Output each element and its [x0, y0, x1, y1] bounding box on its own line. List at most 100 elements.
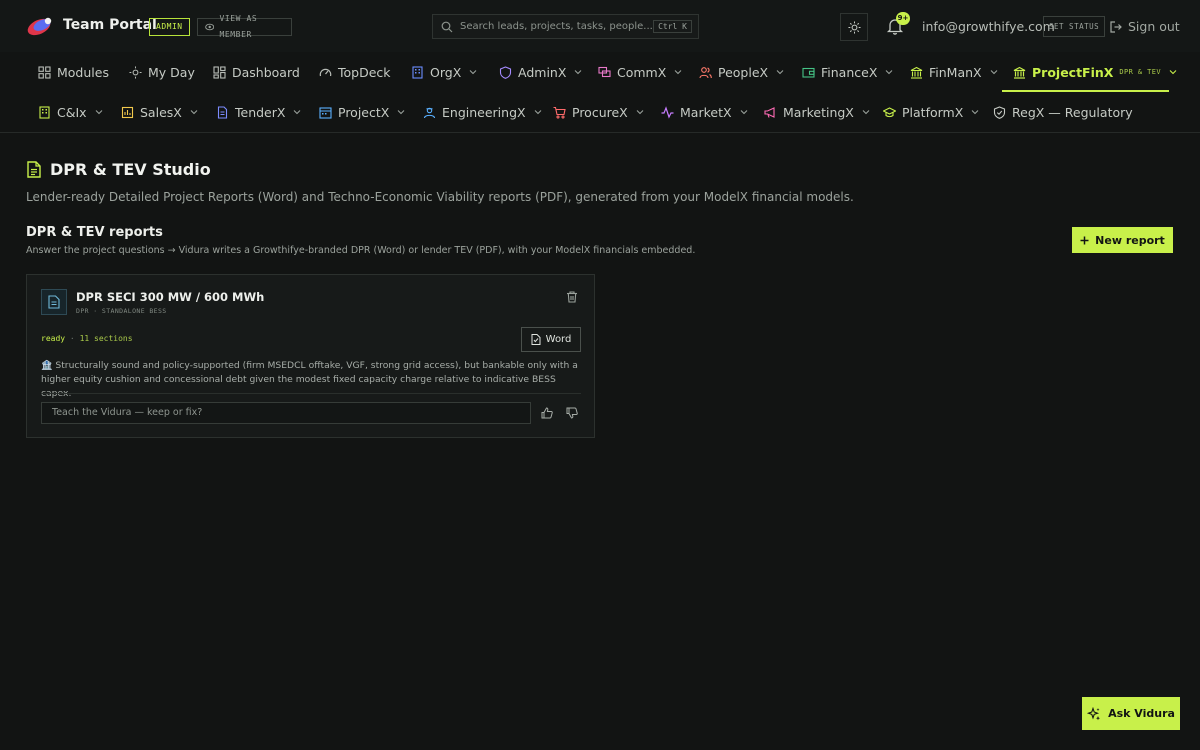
- chevron-down-icon: [886, 70, 893, 75]
- megaphone-icon: [764, 106, 775, 118]
- plus-icon: [1080, 236, 1089, 244]
- page-title-text: DPR & TEV Studio: [50, 160, 211, 179]
- word-label: Word: [545, 334, 572, 345]
- set-status-button[interactable]: SET STATUS: [1043, 16, 1106, 37]
- theme-toggle-button[interactable]: [840, 13, 868, 41]
- feedback-input[interactable]: Teach the Vidura — keep or fix?: [41, 402, 531, 424]
- thumbs-up-icon[interactable]: [541, 407, 553, 419]
- nav-divider: [0, 132, 1200, 133]
- chevron-down-icon: [674, 70, 682, 75]
- grid-icon: [38, 65, 51, 79]
- nav-label: RegX — Regulatory: [1012, 104, 1133, 120]
- nav-sublabel: DPR & TEV: [1119, 68, 1161, 76]
- sun-icon: [129, 65, 142, 79]
- page-subtitle: Lender-ready Detailed Project Reports (W…: [26, 190, 854, 204]
- sales-icon: [121, 106, 134, 118]
- nav-item-finmanx[interactable]: FinManX: [910, 52, 998, 92]
- report-status: ready: [41, 334, 66, 343]
- ask-vidura-button[interactable]: Ask Vidura: [1082, 697, 1180, 730]
- status-separator: ·: [69, 334, 75, 343]
- module-nav-primary: Modules My Day Dashboard TopDeck OrgX Ad…: [0, 52, 1200, 92]
- sign-out-icon: [1110, 20, 1122, 33]
- sun-icon: [847, 20, 861, 34]
- nav-item-salesx[interactable]: SalesX: [121, 92, 198, 132]
- download-word-button[interactable]: Word: [521, 327, 581, 352]
- nav-label: MarketingX: [783, 104, 854, 120]
- thumbs-down-icon[interactable]: [566, 407, 578, 419]
- chat-icon: [598, 66, 611, 77]
- chevron-down-icon: [862, 110, 870, 115]
- eye-icon: [205, 23, 215, 31]
- nav-item-peoplex[interactable]: PeopleX: [699, 52, 784, 92]
- report-title[interactable]: DPR SECI 300 MW / 600 MWh: [76, 290, 264, 304]
- nav-item-commx[interactable]: CommX: [598, 52, 682, 92]
- chevron-down-icon: [534, 110, 541, 115]
- report-sections-count: 11 sections: [79, 334, 133, 343]
- nav-item-modules[interactable]: Modules: [38, 52, 109, 92]
- nav-label: CommX: [617, 64, 667, 80]
- nav-label: FinanceX: [821, 64, 878, 80]
- trash-icon[interactable]: [566, 291, 578, 303]
- pulse-icon: [661, 105, 674, 119]
- nav-label: TenderX: [235, 104, 286, 120]
- nav-item-cix[interactable]: C&Ix: [38, 92, 103, 132]
- notification-count-badge: 9+: [896, 12, 910, 25]
- module-nav-secondary: C&Ix SalesX TenderX ProjectX Engineering…: [0, 92, 1200, 132]
- admin-badge: ADMIN: [149, 18, 190, 36]
- gauge-icon: [319, 68, 332, 76]
- nav-item-tenderx[interactable]: TenderX: [216, 92, 301, 132]
- new-report-label: New report: [1095, 233, 1165, 247]
- document-icon: [41, 289, 67, 315]
- nav-item-adminx[interactable]: AdminX: [499, 52, 582, 92]
- nav-item-dashboard[interactable]: Dashboard: [213, 52, 300, 92]
- nav-item-marketx[interactable]: MarketX: [661, 92, 748, 132]
- report-summary: 🏦 Structurally sound and policy-supporte…: [41, 360, 578, 399]
- user-email[interactable]: info@growthifye.com: [922, 19, 1055, 34]
- ask-vidura-label: Ask Vidura: [1108, 707, 1175, 720]
- section-title: DPR & TEV reports: [26, 225, 163, 240]
- cart-icon: [553, 106, 566, 119]
- nav-label: MarketX: [680, 104, 732, 120]
- section-subtitle: Answer the project questions → Vidura wr…: [26, 245, 696, 256]
- nav-item-marketingx[interactable]: MarketingX: [764, 92, 870, 132]
- nav-item-my-day[interactable]: My Day: [129, 52, 195, 92]
- nav-label: My Day: [148, 64, 195, 80]
- sign-out-button[interactable]: Sign out: [1110, 19, 1180, 34]
- page-title: DPR & TEV Studio: [26, 160, 211, 179]
- nav-item-projectx[interactable]: ProjectX: [319, 92, 405, 132]
- chevron-down-icon: [1169, 70, 1177, 75]
- nav-item-regx[interactable]: RegX — Regulatory: [993, 92, 1133, 132]
- search-shortcut: Ctrl K: [653, 20, 692, 33]
- nav-item-procurex[interactable]: ProcureX: [553, 92, 644, 132]
- chevron-down-icon: [740, 110, 747, 115]
- nav-label: Modules: [57, 64, 109, 80]
- global-search-input[interactable]: Search leads, projects, tasks, people...…: [432, 14, 699, 39]
- chevron-down-icon: [95, 110, 102, 115]
- nav-label: Dashboard: [232, 64, 300, 80]
- report-status-line: ready · 11 sections: [41, 334, 133, 343]
- top-bar: Team Portal ADMIN VIEW AS MEMBER Search …: [0, 0, 1200, 52]
- nav-item-orgx[interactable]: OrgX: [411, 52, 477, 92]
- search-icon: [441, 21, 453, 32]
- chevron-down-icon: [397, 110, 405, 115]
- new-report-button[interactable]: New report: [1072, 227, 1173, 253]
- view-as-member-button[interactable]: VIEW AS MEMBER: [197, 14, 292, 39]
- nav-item-financex[interactable]: FinanceX: [802, 52, 893, 92]
- nav-label: ProjectX: [338, 104, 390, 120]
- brand-logo-icon[interactable]: [26, 15, 54, 37]
- calendar-icon: [319, 106, 332, 119]
- dashboard-icon: [213, 65, 226, 79]
- nav-label: TopDeck: [338, 64, 391, 80]
- nav-item-topdeck[interactable]: TopDeck: [319, 52, 391, 92]
- bank-icon: [910, 66, 923, 79]
- nav-label: C&Ix: [57, 104, 87, 120]
- brand-name[interactable]: Team Portal: [63, 17, 157, 33]
- report-card[interactable]: DPR SECI 300 MW / 600 MWh DPR · STANDALO…: [26, 274, 595, 438]
- nav-item-projectfinx[interactable]: ProjectFinX DPR & TEV: [1013, 52, 1177, 92]
- sparkles-icon: [1087, 706, 1101, 720]
- nav-label: ProcureX: [572, 104, 628, 120]
- wallet-icon: [802, 67, 815, 78]
- report-icon: [27, 161, 41, 178]
- nav-item-platformx[interactable]: PlatformX: [883, 92, 979, 132]
- nav-item-engineeringx[interactable]: EngineeringX: [423, 92, 542, 132]
